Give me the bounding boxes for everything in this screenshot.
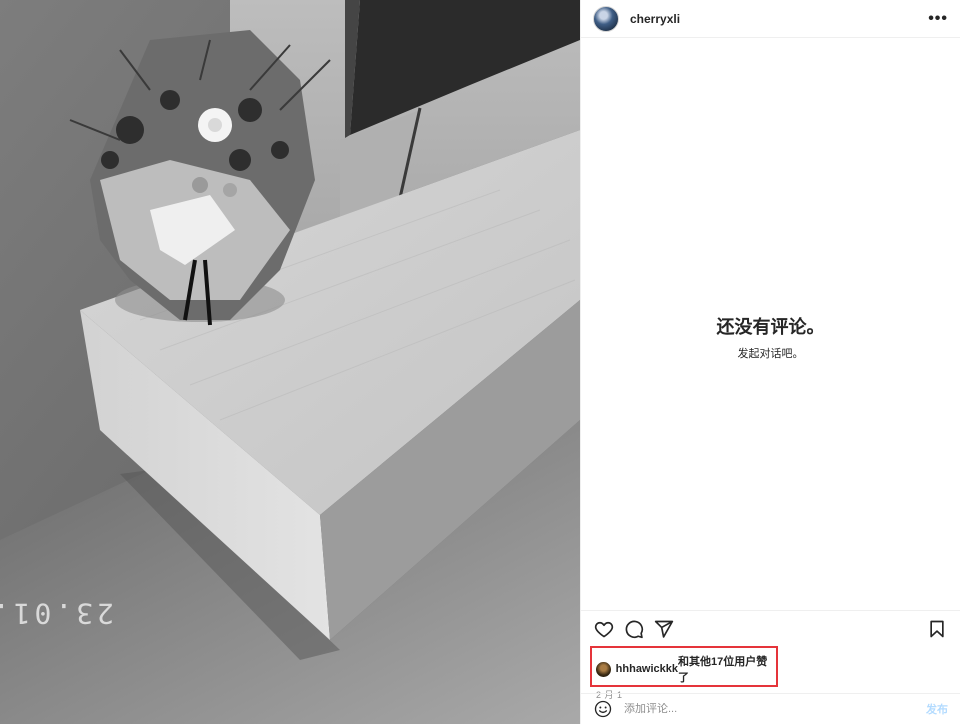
username-link[interactable]: cherryxli — [630, 12, 680, 26]
comment-input[interactable] — [624, 703, 926, 715]
action-bar — [581, 610, 960, 646]
liker-avatar[interactable] — [596, 661, 611, 677]
bookmark-icon — [930, 620, 944, 637]
empty-comments-title: 还没有评论。 — [716, 316, 825, 337]
heart-icon — [594, 621, 614, 637]
likes-summary[interactable]: hhhawickkk 和其他17位用户赞了 2 月 1 — [590, 646, 778, 700]
photo-date-stamp: 23.01.20 — [0, 596, 114, 630]
post-comment-button[interactable]: 发布 — [926, 701, 948, 717]
post-photo[interactable]: 23.01.20 — [0, 0, 580, 724]
more-options-button[interactable]: ••• — [928, 10, 948, 27]
emoji-button[interactable] — [593, 699, 613, 719]
post-header: cherryxli ••• — [581, 0, 960, 38]
liker-username[interactable]: hhhawickkk — [616, 663, 678, 675]
avatar[interactable] — [593, 5, 619, 32]
comments-area: 还没有评论。 发起对话吧。 — [581, 39, 960, 610]
post-sidebar: cherryxli ••• 还没有评论。 发起对话吧。 hhhawickkk 和… — [580, 0, 960, 724]
like-button[interactable] — [593, 618, 615, 640]
comment-icon — [625, 620, 644, 638]
likes-line: hhhawickkk 和其他17位用户赞了 — [596, 653, 776, 685]
comment-button[interactable] — [623, 618, 645, 640]
comment-bar: 发布 — [581, 693, 960, 724]
likes-count-text[interactable]: 和其他17位用户赞了 — [678, 653, 776, 685]
empty-comments-subtitle: 发起对话吧。 — [737, 347, 804, 360]
emoji-icon — [594, 700, 612, 718]
share-icon — [654, 620, 674, 638]
save-button[interactable] — [926, 618, 948, 640]
share-button[interactable] — [653, 618, 675, 640]
